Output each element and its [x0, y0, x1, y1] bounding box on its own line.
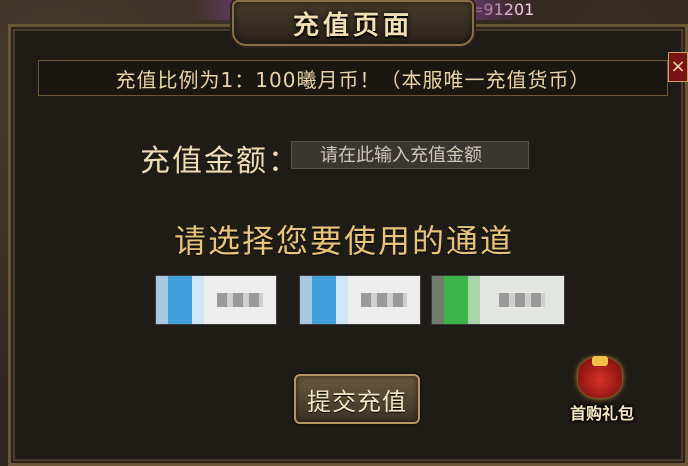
- gift-knot-icon: [592, 356, 608, 366]
- payment-channel-2[interactable]: [300, 276, 420, 324]
- payment-channel-name: [480, 276, 564, 324]
- ratio-banner: 充值比例为1：100曦月币！（本服唯一充值货币）: [38, 60, 668, 96]
- close-button[interactable]: ×: [668, 52, 688, 82]
- payment-channel-1[interactable]: [156, 276, 276, 324]
- payment-channel-3[interactable]: [432, 276, 564, 324]
- payment-logo-icon: [300, 276, 348, 324]
- dialog-title-plate: 充值页面: [232, 0, 474, 46]
- payment-logo-icon: [432, 276, 480, 324]
- payment-channel-name: [348, 276, 420, 324]
- amount-label: 充值金额：: [140, 144, 300, 179]
- ratio-text: 充值比例为1：100曦月币！（本服唯一充值货币）: [115, 67, 591, 92]
- payment-channel-name: [204, 276, 276, 324]
- dialog-title: 充值页面: [292, 10, 413, 41]
- channel-heading: 请选择您要使用的通道: [173, 222, 514, 260]
- amount-input[interactable]: [291, 141, 529, 169]
- payment-logo-icon: [156, 276, 204, 324]
- first-purchase-gift[interactable]: 首购礼包: [556, 356, 648, 424]
- submit-recharge-button[interactable]: 提交充值: [294, 374, 420, 424]
- gift-label: 首购礼包: [569, 404, 634, 423]
